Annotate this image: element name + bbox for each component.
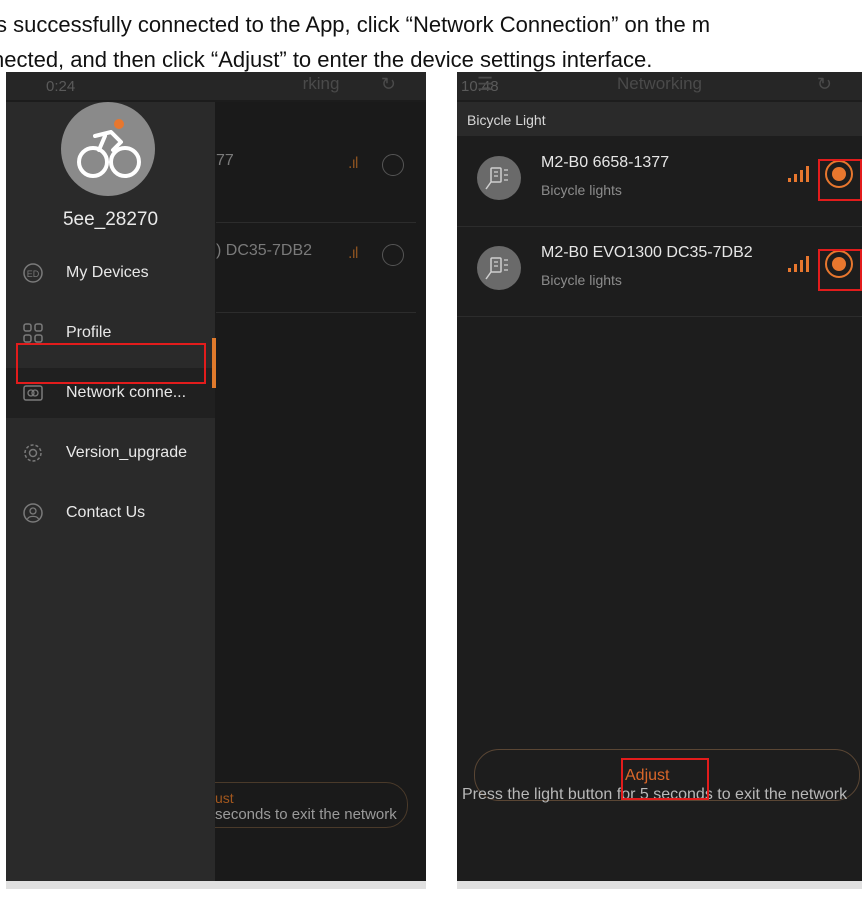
active-indicator bbox=[212, 338, 216, 388]
device-radio bbox=[382, 244, 404, 266]
device-icon: ED bbox=[22, 262, 44, 284]
caption-line-1: s successfully connected to the App, cli… bbox=[0, 12, 711, 37]
device-row[interactable]: M2-B0 6658-1377 Bicycle lights bbox=[457, 136, 862, 227]
nav-bar: ☰ Networking ↻ bbox=[457, 72, 862, 102]
device-name: 77 bbox=[216, 152, 234, 169]
device-name: ) DC35-7DB2 bbox=[216, 242, 313, 259]
list-item: ) DC35-7DB2 .ıl bbox=[216, 222, 416, 313]
bicycle-light-icon bbox=[477, 246, 521, 290]
device-type: Bicycle lights bbox=[541, 272, 622, 288]
section-title: Bicycle Light bbox=[467, 112, 546, 128]
device-name: M2-B0 EVO1300 DC35-7DB2 bbox=[541, 244, 753, 261]
signal-icon: .ıl bbox=[348, 245, 359, 262]
device-radio bbox=[382, 154, 404, 176]
device-name: M2-B0 6658-1377 bbox=[541, 154, 670, 171]
left-phone-screen: 0:24 rking ↻ 77 .ıl ) DC35-7DB2 .ıl ust … bbox=[6, 72, 426, 889]
refresh-icon[interactable]: ↻ bbox=[381, 74, 396, 95]
device-row[interactable]: M2-B0 EVO1300 DC35-7DB2 Bicycle lights bbox=[457, 226, 862, 317]
menu-label: My Devices bbox=[66, 264, 149, 281]
highlight-network-connection bbox=[16, 343, 206, 384]
home-bar bbox=[6, 881, 426, 889]
avatar[interactable] bbox=[61, 102, 155, 196]
signal-icon bbox=[787, 254, 811, 279]
user-icon bbox=[22, 502, 44, 524]
highlight-radio-1 bbox=[818, 159, 862, 201]
cyclist-icon bbox=[77, 119, 141, 178]
device-type: Bicycle lights bbox=[541, 182, 622, 198]
nav-bar: rking ↻ bbox=[6, 72, 426, 102]
section-header: Bicycle Light bbox=[457, 102, 862, 136]
username: 5ee_28270 bbox=[62, 209, 159, 230]
home-bar bbox=[457, 881, 862, 889]
signal-icon bbox=[787, 164, 811, 189]
network-icon bbox=[22, 382, 44, 404]
menu-label: Profile bbox=[66, 324, 112, 341]
menu-item-contact-us[interactable]: Contact Us bbox=[6, 488, 215, 538]
instruction-caption: s successfully connected to the App, cli… bbox=[0, 0, 862, 80]
svg-text:ED: ED bbox=[27, 269, 40, 279]
right-phone-screen: 10:48 ☰ Networking ↻ Bicycle Light M2-B0… bbox=[457, 72, 862, 889]
menu-item-version-upgrade[interactable]: Version_upgrade bbox=[6, 428, 215, 478]
menu-item-my-devices[interactable]: ED My Devices bbox=[6, 248, 215, 298]
nav-title: Networking bbox=[616, 74, 703, 93]
grid-icon bbox=[22, 322, 44, 344]
list-item: 77 .ıl bbox=[216, 132, 416, 223]
caption-line-2: nected, and then click “Adjust” to enter… bbox=[0, 47, 653, 72]
menu-label: Network conne... bbox=[66, 384, 187, 401]
side-drawer: 5ee_28270 ED My Devices Profile Network … bbox=[6, 102, 215, 889]
menu-label: Version_upgrade bbox=[66, 444, 187, 461]
refresh-icon[interactable]: ↻ bbox=[817, 74, 832, 95]
highlight-adjust bbox=[621, 758, 709, 800]
adjust-label: ust bbox=[215, 790, 234, 806]
hint-text: seconds to exit the network bbox=[215, 806, 397, 823]
menu-label: Contact Us bbox=[66, 504, 146, 521]
signal-icon: .ıl bbox=[348, 155, 359, 172]
gear-icon bbox=[22, 442, 44, 464]
bicycle-light-icon bbox=[477, 156, 521, 200]
highlight-radio-2 bbox=[818, 249, 862, 291]
